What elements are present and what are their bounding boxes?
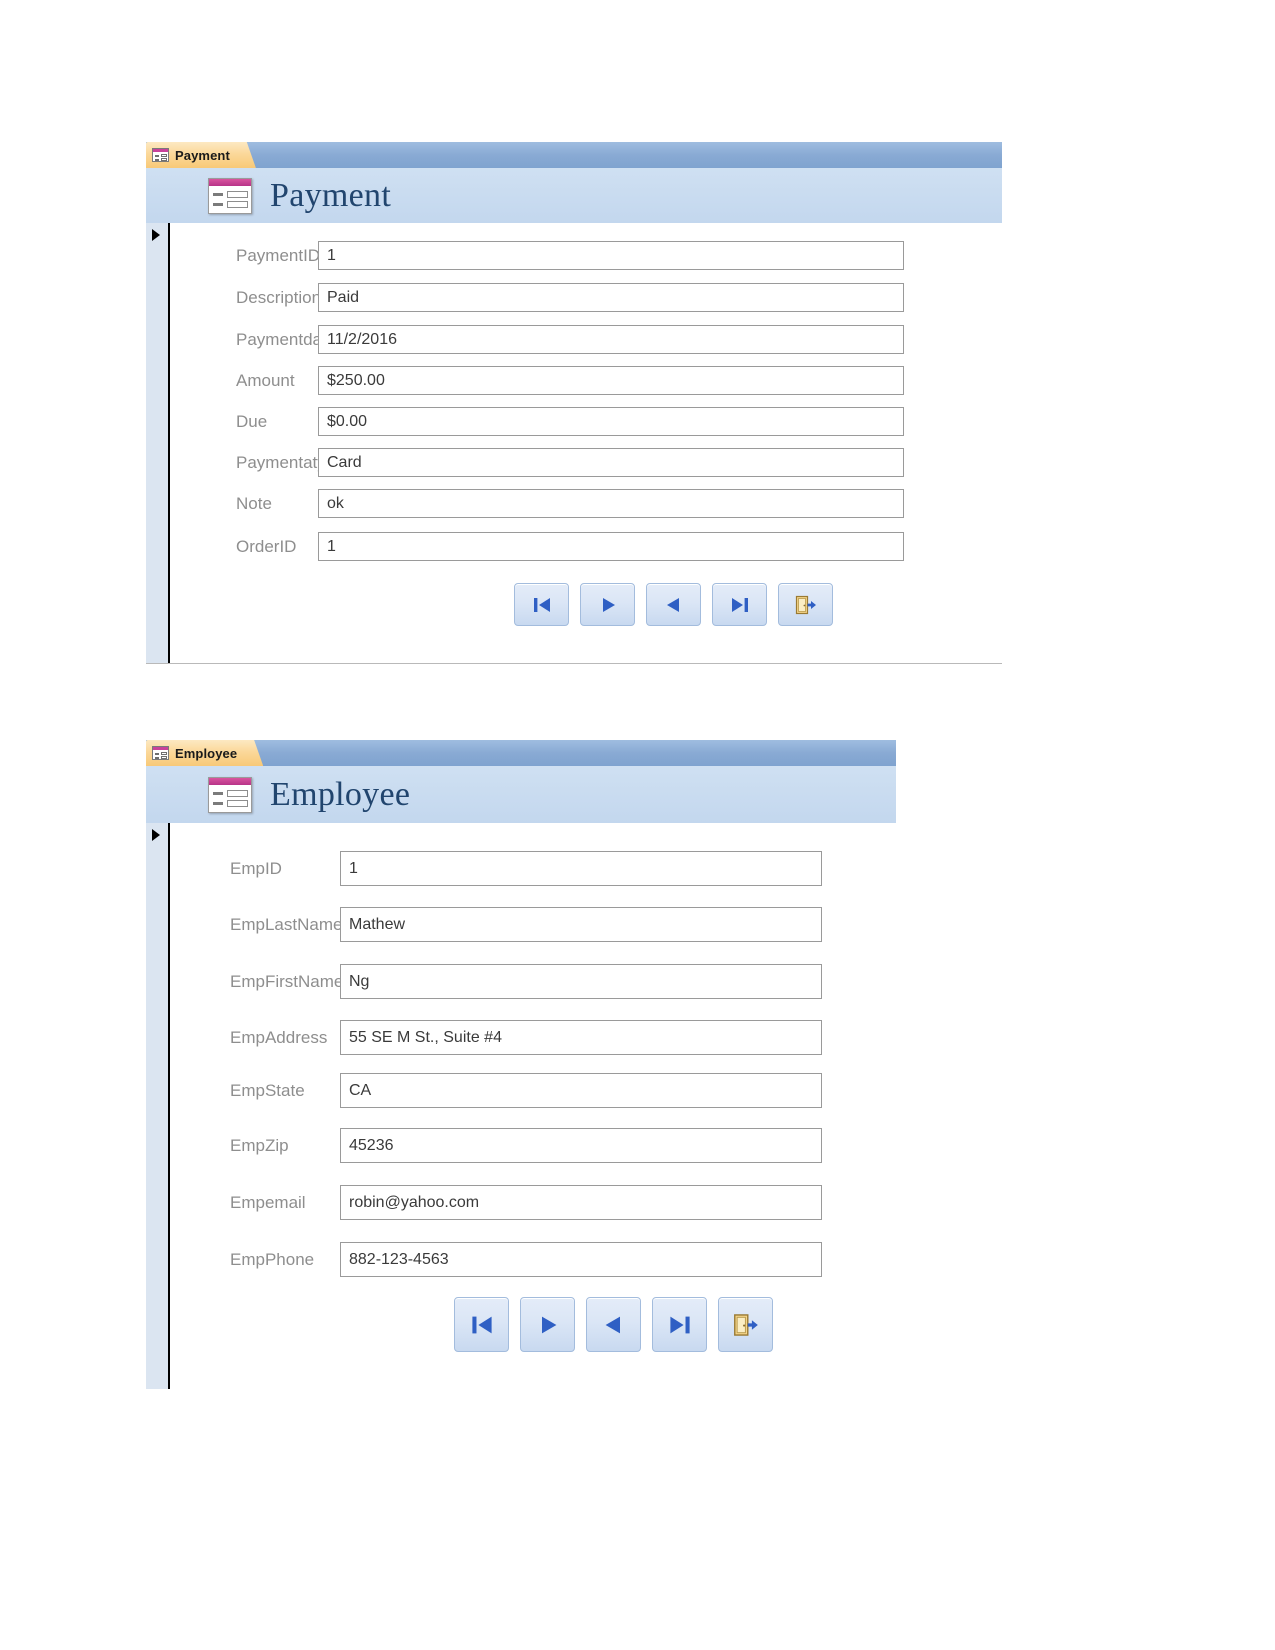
field-label-empid: EmpID xyxy=(230,858,282,878)
tab-employee[interactable]: Employee xyxy=(146,740,252,766)
form-header-icon xyxy=(208,177,252,214)
field-label-empzip: EmpZip xyxy=(230,1135,289,1155)
next-record-button[interactable] xyxy=(520,1297,575,1352)
tab-employee-label: Employee xyxy=(175,745,238,761)
play-right-icon xyxy=(541,1316,556,1333)
skip-to-end-icon xyxy=(731,597,748,612)
field-row-orderid: OrderID 1 xyxy=(170,532,1002,561)
payment-nav-bar xyxy=(514,583,1002,626)
field-label-orderid: OrderID xyxy=(236,536,297,556)
tab-payment[interactable]: Payment xyxy=(146,142,244,168)
field-label-empstate: EmpState xyxy=(230,1080,305,1100)
field-label-amount: Amount xyxy=(236,370,295,390)
record-selector-arrow-icon xyxy=(152,829,160,841)
employee-form-tab-strip: Employee xyxy=(146,740,896,766)
field-row-empid: EmpID 1 xyxy=(170,851,896,886)
field-input-empfirstname[interactable]: Ng xyxy=(340,964,822,999)
first-record-button[interactable] xyxy=(514,583,569,626)
field-label-description: Description xyxy=(236,287,322,307)
field-input-empphone[interactable]: 882-123-4563 xyxy=(340,1242,822,1277)
field-input-empstate[interactable]: CA xyxy=(340,1073,822,1108)
field-row-empstate: EmpState CA xyxy=(170,1073,896,1108)
field-row-emplastname: EmpLastName Mathew xyxy=(170,907,896,942)
payment-form-body: PaymentID 1 Description Paid Paymentdate… xyxy=(146,223,1002,664)
field-row-paymentatype: Paymentatype Card xyxy=(170,448,1002,477)
field-label-due: Due xyxy=(236,411,268,431)
payment-form-window: Payment Payment PaymentID 1 Description … xyxy=(146,142,1002,664)
tab-payment-label: Payment xyxy=(175,147,230,163)
field-input-empzip[interactable]: 45236 xyxy=(340,1128,822,1163)
field-label-paymentatype: Paymentatype xyxy=(236,452,345,472)
form-datasheet-icon xyxy=(152,148,169,162)
record-selector-arrow-icon xyxy=(152,229,160,241)
previous-record-button[interactable] xyxy=(646,583,701,626)
field-input-emplastname[interactable]: Mathew xyxy=(340,907,822,942)
field-input-empemail[interactable]: robin@yahoo.com xyxy=(340,1185,822,1220)
first-record-button[interactable] xyxy=(454,1297,509,1352)
employee-form-fields: EmpID 1 EmpLastName Mathew EmpFirstName … xyxy=(170,823,896,1389)
field-row-paymentid: PaymentID 1 xyxy=(170,241,1002,270)
previous-record-button[interactable] xyxy=(586,1297,641,1352)
employee-form-title: Employee xyxy=(270,775,411,813)
last-record-button[interactable] xyxy=(712,583,767,626)
employee-record-selector[interactable] xyxy=(146,823,170,1389)
field-label-empphone: EmpPhone xyxy=(230,1249,315,1269)
next-record-button[interactable] xyxy=(580,583,635,626)
field-label-paymentid: PaymentID xyxy=(236,245,321,265)
exit-form-button[interactable] xyxy=(778,583,833,626)
field-row-amount: Amount $250.00 xyxy=(170,366,1002,395)
form-header-icon xyxy=(208,776,252,813)
field-row-empfirstname: EmpFirstName Ng xyxy=(170,964,896,999)
field-input-paymentid[interactable]: 1 xyxy=(318,241,904,270)
field-row-due: Due $0.00 xyxy=(170,407,1002,436)
field-input-paymentdate[interactable]: 11/2/2016 xyxy=(318,325,904,354)
field-row-empaddress: EmpAddress 55 SE M St., Suite #4 xyxy=(170,1020,896,1055)
employee-form-body: EmpID 1 EmpLastName Mathew EmpFirstName … xyxy=(146,823,896,1389)
skip-to-start-icon xyxy=(533,597,550,612)
payment-form-title: Payment xyxy=(270,176,392,214)
field-input-empaddress[interactable]: 55 SE M St., Suite #4 xyxy=(340,1020,822,1055)
field-label-note: Note xyxy=(236,493,272,513)
exit-door-icon xyxy=(733,1313,758,1336)
play-right-icon xyxy=(602,597,615,612)
field-input-note[interactable]: ok xyxy=(318,489,904,518)
field-row-empemail: Empemail robin@yahoo.com xyxy=(170,1185,896,1220)
employee-nav-bar xyxy=(454,1297,896,1352)
field-label-paymentdate: Paymentdate xyxy=(236,329,337,349)
payment-record-selector[interactable] xyxy=(146,223,170,663)
play-left-icon xyxy=(666,597,679,612)
field-input-due[interactable]: $0.00 xyxy=(318,407,904,436)
exit-form-button[interactable] xyxy=(718,1297,773,1352)
field-label-empaddress: EmpAddress xyxy=(230,1027,328,1047)
payment-form-header: Payment xyxy=(146,168,1002,223)
employee-form-header: Employee xyxy=(146,766,896,823)
field-input-orderid[interactable]: 1 xyxy=(318,532,904,561)
field-input-description[interactable]: Paid xyxy=(318,283,904,312)
skip-to-start-icon xyxy=(471,1316,492,1333)
field-input-amount[interactable]: $250.00 xyxy=(318,366,904,395)
field-label-empemail: Empemail xyxy=(230,1192,306,1212)
field-input-empid[interactable]: 1 xyxy=(340,851,822,886)
skip-to-end-icon xyxy=(669,1316,690,1333)
employee-form-window: Employee Employee EmpID 1 EmpLastName Ma… xyxy=(146,740,896,1389)
field-row-note: Note ok xyxy=(170,489,1002,518)
form-datasheet-icon xyxy=(152,746,169,760)
exit-door-icon xyxy=(795,595,816,614)
field-label-empfirstname: EmpFirstName xyxy=(230,971,344,991)
field-row-description: Description Paid xyxy=(170,283,1002,312)
play-left-icon xyxy=(605,1316,620,1333)
field-label-emplastname: EmpLastName xyxy=(230,914,343,934)
field-row-empzip: EmpZip 45236 xyxy=(170,1128,896,1163)
last-record-button[interactable] xyxy=(652,1297,707,1352)
field-row-paymentdate: Paymentdate 11/2/2016 xyxy=(170,325,1002,354)
payment-form-fields: PaymentID 1 Description Paid Paymentdate… xyxy=(170,223,1002,663)
field-row-empphone: EmpPhone 882-123-4563 xyxy=(170,1242,896,1277)
payment-form-tab-strip: Payment xyxy=(146,142,1002,168)
field-input-paymentatype[interactable]: Card xyxy=(318,448,904,477)
